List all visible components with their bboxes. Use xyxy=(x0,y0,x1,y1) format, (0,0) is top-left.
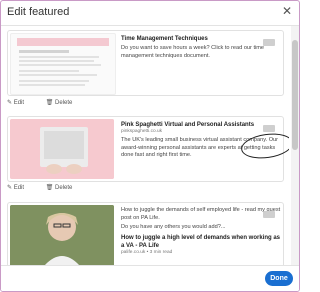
delete-button[interactable]: 🗑 Delete xyxy=(46,100,83,106)
featured-card[interactable]: How to juggle the demands of self employ… xyxy=(7,202,284,265)
card-title[interactable]: Time Management Techniques xyxy=(121,35,281,43)
dialog-header: Edit featured ✕ xyxy=(1,1,299,26)
card-title[interactable]: Pink Spaghetti Virtual and Personal Assi… xyxy=(121,121,281,129)
card-description-line2: Do you have any others you would add?... xyxy=(121,224,226,231)
edit-button[interactable]: ✎ Edit xyxy=(7,185,34,191)
card-url: palife.co.uk • 3 min read xyxy=(121,249,173,255)
laptop-thumbnail xyxy=(10,119,114,179)
portrait-thumbnail xyxy=(10,205,114,265)
drag-handle-icon[interactable] xyxy=(263,211,275,218)
scrollbar[interactable] xyxy=(291,26,299,265)
scrollbar-thumb[interactable] xyxy=(292,40,298,150)
featured-list: Time Management Techniques Do you want t… xyxy=(1,26,289,265)
card-description: How to juggle the demands of self employ… xyxy=(121,207,281,221)
card-url: pinkspaghetti.co.uk xyxy=(121,129,163,134)
edit-label: Edit xyxy=(13,100,25,106)
dialog-title: Edit featured xyxy=(7,6,70,18)
delete-button[interactable]: 🗑 Delete xyxy=(46,185,83,191)
card-text: Time Management Techniques Do you want t… xyxy=(121,35,281,60)
card-text: How to juggle the demands of self employ… xyxy=(121,207,281,256)
card-actions: ✎ Edit 🗑 Delete xyxy=(7,184,92,191)
card-description: Do you want to save hours a week? Click … xyxy=(121,45,265,59)
delete-label: Delete xyxy=(55,185,73,191)
close-icon[interactable]: ✕ xyxy=(280,4,294,18)
edit-label: Edit xyxy=(13,185,25,191)
done-button[interactable]: Done xyxy=(265,271,293,286)
featured-card[interactable]: Time Management Techniques Do you want t… xyxy=(7,30,284,96)
card-actions: ✎ Edit 🗑 Delete xyxy=(7,99,92,106)
drag-handle-icon[interactable] xyxy=(263,125,275,132)
card-title[interactable]: How to juggle a high level of demands wh… xyxy=(121,234,281,250)
drag-handle-icon[interactable] xyxy=(263,39,275,46)
document-thumbnail xyxy=(10,33,116,95)
edit-featured-dialog: Edit featured ✕ Time Management Techniqu… xyxy=(0,0,300,292)
dialog-footer: Done xyxy=(1,265,299,291)
delete-label: Delete xyxy=(55,100,73,106)
edit-button[interactable]: ✎ Edit xyxy=(7,100,34,106)
